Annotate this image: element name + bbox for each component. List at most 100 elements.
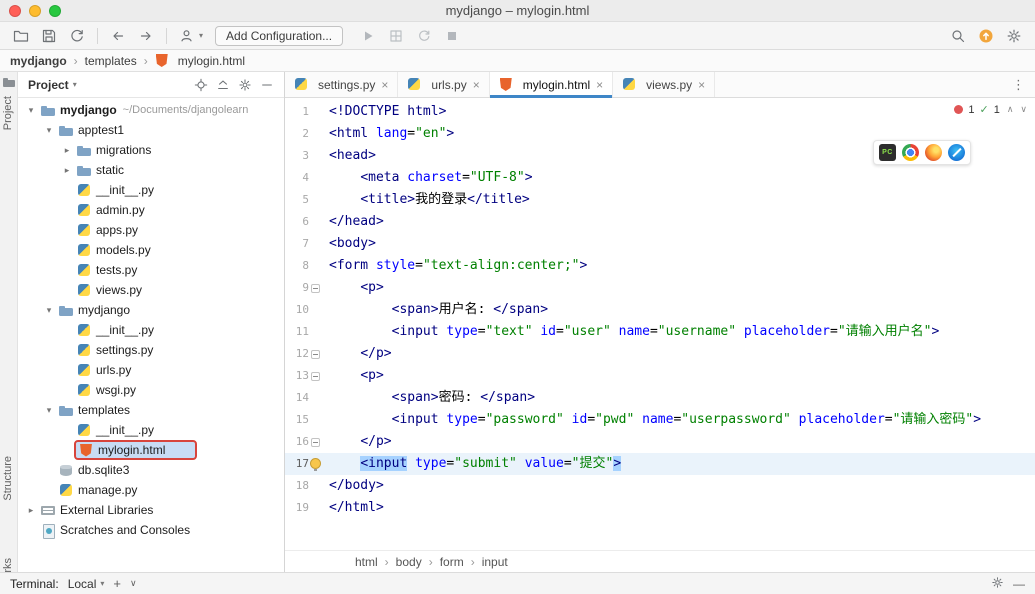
project-tool-icon[interactable] [3, 78, 15, 88]
code-line[interactable]: 4 <meta charset="UTF-8"> [285, 167, 1035, 189]
tree-item-wsgi.py[interactable]: wsgi.py [18, 380, 284, 400]
editor-tabs-menu-icon[interactable]: ⋮ [1002, 72, 1035, 97]
chrome-icon[interactable] [902, 144, 919, 161]
previous-problem-icon[interactable]: ∧ [1007, 104, 1014, 115]
tree-item-apps.py[interactable]: apps.py [18, 220, 284, 240]
firefox-icon[interactable] [925, 144, 942, 161]
code-line[interactable]: 6 </head> [285, 211, 1035, 233]
settings-button[interactable] [1001, 24, 1027, 48]
run-with-coverage-button[interactable] [383, 24, 409, 48]
add-configuration-button[interactable]: Add Configuration... [215, 25, 344, 46]
chevron-right-icon[interactable]: ▸ [24, 505, 38, 516]
terminal-tab-local[interactable]: Local ▾ [68, 577, 105, 591]
save-all-button[interactable] [36, 24, 62, 48]
terminal-label[interactable]: Terminal: [10, 577, 59, 591]
fold-marker-icon[interactable] [311, 438, 320, 447]
close-tab-icon[interactable]: × [381, 78, 388, 92]
breadcrumb-item[interactable]: body [396, 555, 422, 569]
chevron-down-icon[interactable]: ▾ [42, 125, 56, 136]
code-line[interactable]: 11 <input type="text" id="user" name="us… [285, 321, 1035, 343]
pycharm-preview-icon[interactable]: PC [879, 144, 896, 161]
open-button[interactable] [8, 24, 34, 48]
collapse-all-button[interactable] [212, 74, 234, 96]
tree-item-manage.py[interactable]: manage.py [18, 480, 284, 500]
tab-urls-py[interactable]: urls.py × [398, 72, 490, 97]
tree-item-templates[interactable]: ▾ templates [18, 400, 284, 420]
intention-bulb-icon[interactable] [310, 458, 321, 471]
update-button[interactable] [973, 24, 999, 48]
breadcrumb-item[interactable]: mylogin.html [155, 54, 245, 68]
tree-item-admin.py[interactable]: admin.py [18, 200, 284, 220]
profile-button[interactable] [174, 24, 200, 48]
close-tab-icon[interactable]: × [698, 78, 705, 92]
code-line[interactable]: 10 <span>用户名: </span> [285, 299, 1035, 321]
tree-item--init-.py[interactable]: __init__.py [18, 320, 284, 340]
tree-item--init-.py[interactable]: __init__.py [18, 180, 284, 200]
stop-button[interactable] [439, 24, 465, 48]
code-line[interactable]: 18 </body> [285, 475, 1035, 497]
breadcrumb-item[interactable]: form [440, 555, 464, 569]
tree-item--init-.py[interactable]: __init__.py [18, 420, 284, 440]
close-tab-icon[interactable]: × [473, 78, 480, 92]
navigate-forward-button[interactable] [133, 24, 159, 48]
tool-strip-structure[interactable]: Structure [2, 456, 14, 501]
search-everywhere-button[interactable] [945, 24, 971, 48]
tree-item-migrations[interactable]: ▸ migrations [18, 140, 284, 160]
select-opened-file-button[interactable] [190, 74, 212, 96]
breadcrumb-item[interactable]: input [482, 555, 508, 569]
tree-item-models.py[interactable]: models.py [18, 240, 284, 260]
code-line[interactable]: 5 <title>我的登录</title> [285, 189, 1035, 211]
tree-item-mydjango[interactable]: ▾ mydjango [18, 300, 284, 320]
tree-item-settings.py[interactable]: settings.py [18, 340, 284, 360]
zoom-window-button[interactable] [49, 4, 61, 17]
fold-marker-icon[interactable] [311, 350, 320, 359]
chevron-down-icon[interactable]: ▾ [42, 305, 56, 316]
tree-item-external-libraries[interactable]: ▸ External Libraries [18, 500, 284, 520]
code-line[interactable]: 16 </p> [285, 431, 1035, 453]
close-window-button[interactable] [9, 4, 21, 17]
rerun-button[interactable] [411, 24, 437, 48]
tab-views-py[interactable]: views.py × [613, 72, 716, 97]
panel-options-button[interactable] [234, 74, 256, 96]
code-line[interactable]: 8 <form style="text-align:center;"> [285, 255, 1035, 277]
chevron-down-icon[interactable]: ▾ [24, 105, 38, 116]
code-line[interactable]: 17 <input type="submit" value="提交"> [285, 453, 1035, 475]
inspections-widget[interactable]: 1 ✓ 1 ∧ ∨ [954, 103, 1027, 116]
code-line[interactable]: 7 <body> [285, 233, 1035, 255]
terminal-settings-button[interactable] [991, 576, 1004, 592]
chevron-down-icon[interactable]: ▾ [42, 405, 56, 416]
tree-item-tests.py[interactable]: tests.py [18, 260, 284, 280]
tree-item-mydjango[interactable]: ▾ mydjango ~/Documents/djangolearn [18, 100, 284, 120]
breadcrumb-item[interactable]: mydjango [10, 54, 67, 68]
hide-panel-button[interactable] [256, 74, 278, 96]
chevron-right-icon[interactable]: ▸ [60, 145, 74, 156]
tree-item-static[interactable]: ▸ static [18, 160, 284, 180]
code-line[interactable]: 1 <!DOCTYPE html> [285, 101, 1035, 123]
tool-strip-project[interactable]: Project [2, 96, 14, 130]
fold-marker-icon[interactable] [311, 284, 320, 293]
terminal-sessions-dropdown-icon[interactable]: ∨ [130, 578, 137, 589]
tree-item-views.py[interactable]: views.py [18, 280, 284, 300]
tool-strip-bookmarks[interactable]: Bookmarks [2, 558, 14, 572]
code-editor[interactable]: 1 <!DOCTYPE html> 2 <html lang="en"> 3 <head>… [285, 98, 1035, 550]
code-line[interactable]: 19 </html> [285, 497, 1035, 519]
tree-item-urls.py[interactable]: urls.py [18, 360, 284, 380]
tree-item-scratches-and-consoles[interactable]: Scratches and Consoles [18, 520, 284, 540]
breadcrumb-item[interactable]: html [355, 555, 378, 569]
fold-marker-icon[interactable] [311, 372, 320, 381]
tree-item-db.sqlite3[interactable]: db.sqlite3 [18, 460, 284, 480]
navigate-back-button[interactable] [105, 24, 131, 48]
project-view-selector[interactable]: Project ▾ [28, 78, 77, 92]
safari-icon[interactable] [948, 144, 965, 161]
code-line[interactable]: 13 <p> [285, 365, 1035, 387]
minimize-window-button[interactable] [29, 4, 41, 17]
code-line[interactable]: 15 <input type="password" id="pwd" name=… [285, 409, 1035, 431]
code-line[interactable]: 12 </p> [285, 343, 1035, 365]
tree-item-apptest1[interactable]: ▾ apptest1 [18, 120, 284, 140]
next-problem-icon[interactable]: ∨ [1020, 104, 1027, 115]
tree-item-mylogin.html[interactable]: mylogin.html [18, 440, 284, 460]
close-tab-icon[interactable]: × [596, 78, 603, 92]
chevron-right-icon[interactable]: ▸ [60, 165, 74, 176]
run-button[interactable] [355, 24, 381, 48]
new-terminal-session-button[interactable]: + [113, 576, 121, 591]
